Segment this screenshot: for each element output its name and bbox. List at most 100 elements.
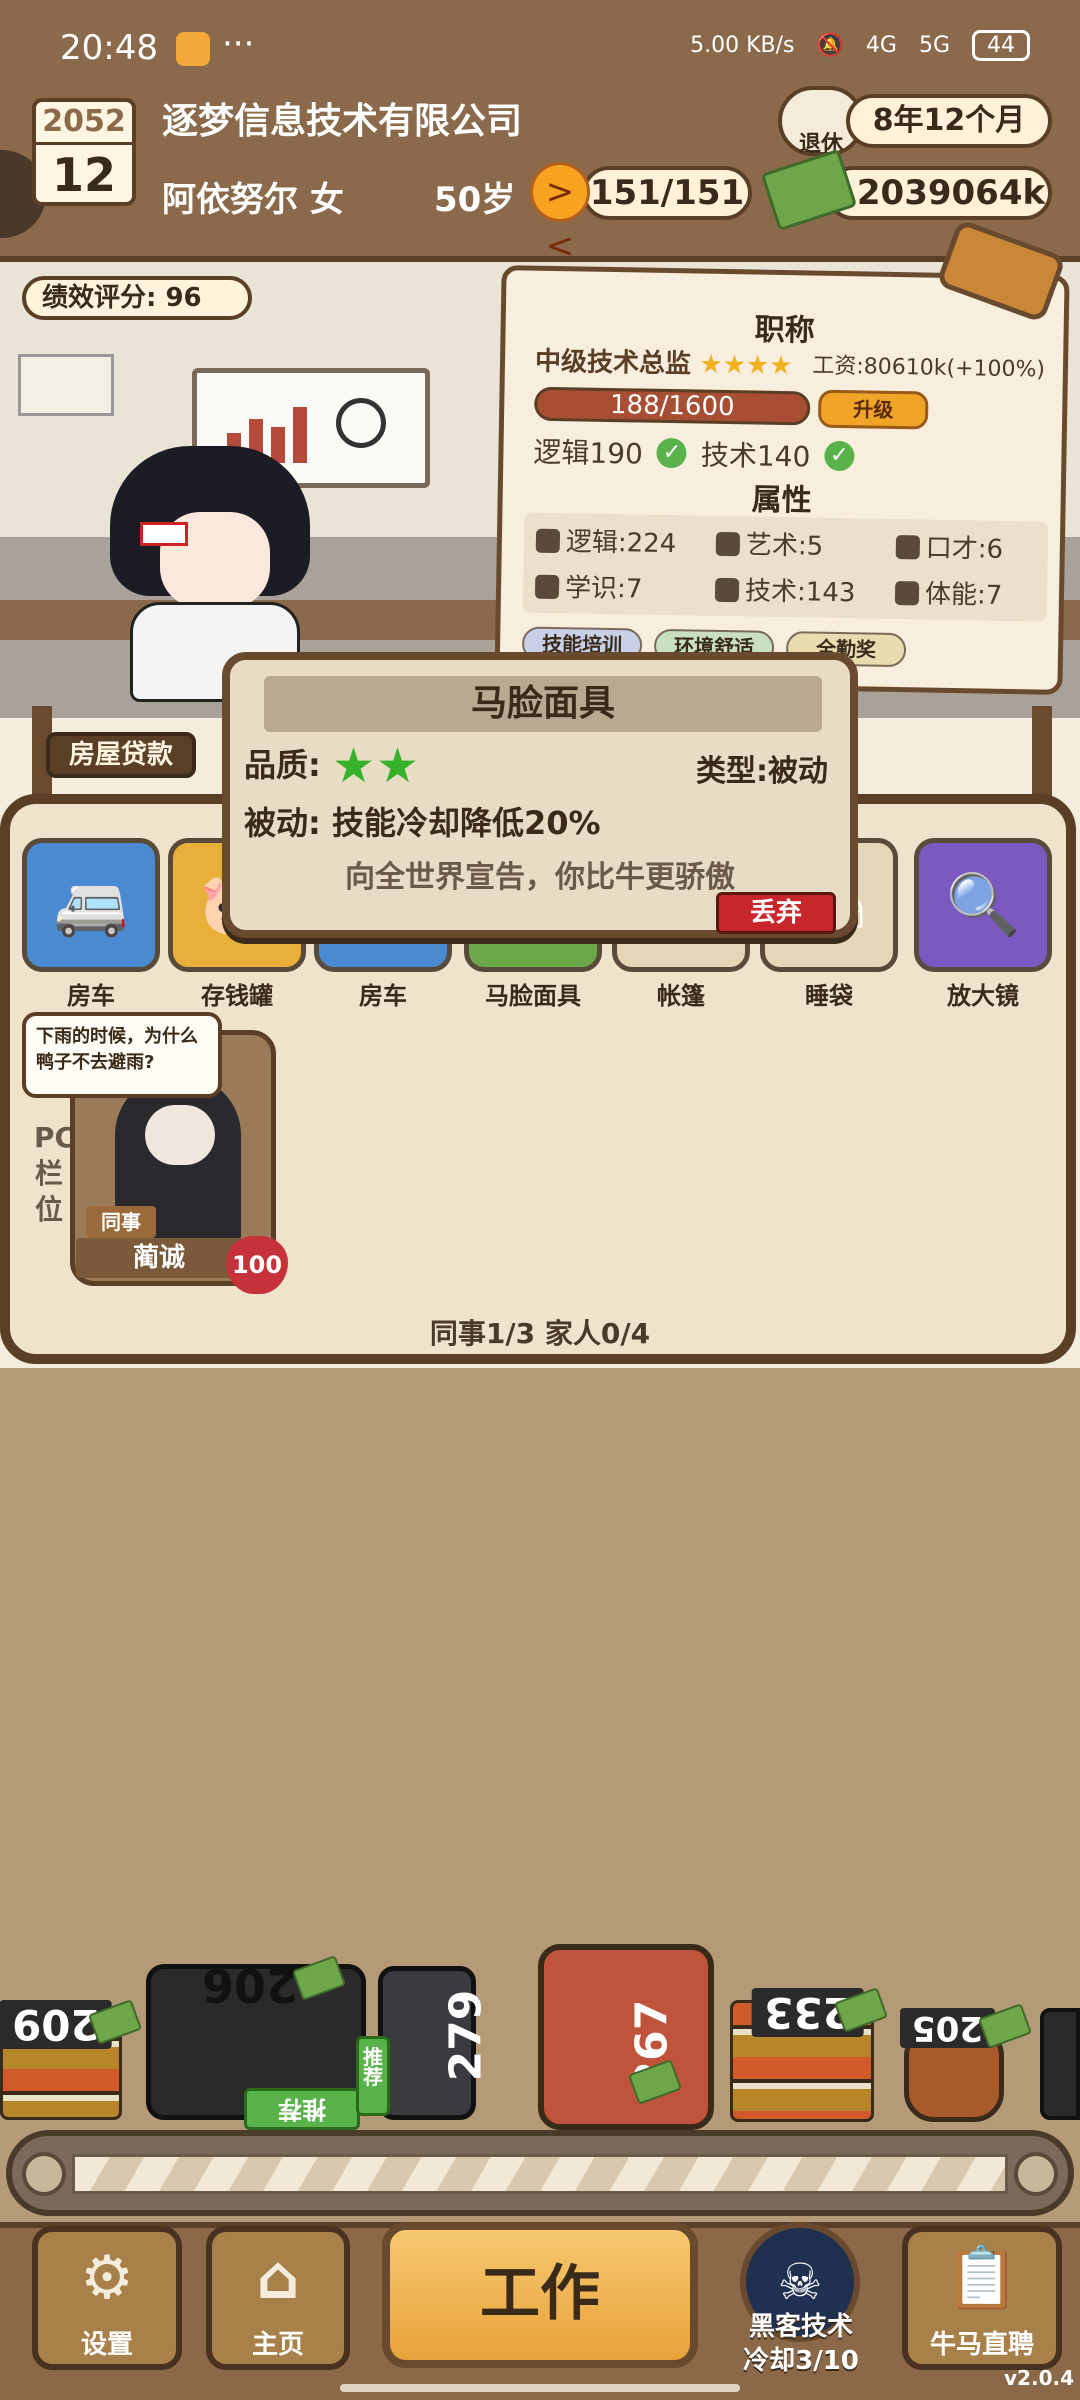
- npc-name: 蔺诚: [76, 1238, 242, 1278]
- asset-label: 房车: [359, 982, 407, 1010]
- asset-slot[interactable]: 🔍: [914, 838, 1052, 972]
- quality-label: 品质:: [244, 746, 321, 784]
- item-console-partial[interactable]: [1040, 2008, 1080, 2120]
- asset-label: 帐篷: [657, 982, 705, 1010]
- attributes-grid: 逻辑:224 艺术:5 口才:6 学识:7 技术:143 体能:7: [522, 512, 1049, 622]
- npc-count: 同事1/3 家人0/4: [429, 1317, 651, 1350]
- conveyor-belt: [6, 2130, 1074, 2216]
- npc-speech-bubble: 下雨的时候，为什么鸭子不去避雨?: [22, 1012, 222, 1098]
- mortgage-button[interactable]: 房屋贷款: [46, 732, 196, 778]
- gear-icon: ⚙: [80, 2243, 134, 2313]
- wood-board-bg: [0, 1370, 1080, 1940]
- job-salary: 工资:80610k(+100%): [812, 353, 1046, 383]
- home-button[interactable]: ⌂ 主页: [206, 2226, 350, 2370]
- roller: [22, 2152, 66, 2196]
- signpost: [1032, 706, 1052, 806]
- job-info-panel: 职称 中级技术总监 ★★★★ 工资:80610k(+100%) 188/1600…: [494, 265, 1070, 695]
- calendar-month: 12: [51, 148, 116, 202]
- job-stars: ★★★★: [699, 349, 793, 382]
- attr-eloquence: 口才:6: [895, 527, 1004, 566]
- work-button[interactable]: 工作: [382, 2222, 698, 2368]
- asset-slot[interactable]: 🚐: [22, 838, 160, 972]
- job-title: 中级技术总监: [534, 346, 692, 380]
- affinity-heart-icon: 100: [226, 1236, 288, 1294]
- wall-poster: [18, 354, 114, 416]
- req-tech: 技术140: [700, 438, 811, 474]
- retire-countdown: 8年12个月: [846, 94, 1052, 148]
- item-value: 206: [202, 1958, 299, 2012]
- attr-tech: 技术:143: [714, 570, 856, 609]
- popup-type: 类型:被动: [696, 754, 828, 789]
- lips-icon: [895, 534, 921, 560]
- req-logic: 逻辑190: [533, 435, 644, 471]
- cash-icon: [760, 148, 858, 232]
- shield-icon: [894, 580, 920, 606]
- book-icon: [534, 574, 560, 600]
- check-icon: ✓: [656, 437, 688, 469]
- recommend-badge: 推荐: [244, 2088, 360, 2130]
- recommend-side-badge: 推荐: [356, 2036, 390, 2116]
- recruit-button[interactable]: 📋 牛马直聘: [902, 2226, 1062, 2370]
- asset-icon: 🔍: [945, 870, 1021, 940]
- version-label: v2.0.4: [1004, 2366, 1074, 2390]
- promotion-requirements: 逻辑190 ✓ 技术140 ✓: [533, 431, 855, 477]
- discard-button[interactable]: 丢弃: [716, 892, 836, 934]
- hacker-skill: 黑客技术 冷却3/10: [726, 2310, 876, 2378]
- attr-stamina: 体能:7: [894, 573, 1003, 612]
- clipboard-icon: 📋: [944, 2243, 1020, 2313]
- attr-art: 艺术:5: [715, 524, 824, 563]
- attr-logic: 逻辑:224: [535, 521, 677, 560]
- npc-role-tag: 同事: [86, 1206, 156, 1238]
- green-star-icon: ★: [331, 738, 375, 794]
- quality-stars: ★★: [332, 742, 420, 790]
- status-more-dots: ···: [222, 24, 255, 64]
- hp-value: 151/151: [582, 166, 752, 220]
- net-speed: 5.00 KB/s: [690, 33, 795, 58]
- item-popup: 马脸面具 品质: ★★ 类型:被动 被动: 技能冷却降低20% 向全世界宣告，你…: [222, 652, 858, 938]
- signal-4g: 4G: [865, 33, 897, 58]
- battery-indicator: 44: [972, 30, 1030, 61]
- low-battery-icon: [140, 522, 188, 546]
- check-icon: ✓: [824, 440, 855, 472]
- roller: [1014, 2152, 1058, 2196]
- asset-label: 睡袋: [805, 982, 853, 1010]
- asset-icon: 🚐: [53, 870, 129, 940]
- music-note-icon: [715, 531, 741, 557]
- notification-app-icon: [176, 32, 210, 66]
- settings-button[interactable]: ⚙ 设置: [32, 2226, 182, 2370]
- status-indicators: 5.00 KB/s 🔕 4G 5G 44: [690, 30, 1030, 61]
- signal-5g: 5G: [918, 33, 950, 58]
- item-value: 279: [440, 1989, 492, 2082]
- settings-label: 设置: [80, 2330, 133, 2360]
- clock-icon: [336, 398, 386, 448]
- asset-label: 存钱罐: [201, 982, 273, 1010]
- popup-passive: 被动: 技能冷却降低20%: [244, 804, 601, 842]
- home-label: 主页: [251, 2330, 304, 2360]
- belt-surface: [72, 2154, 1008, 2194]
- company-name: 逐梦信息技术有限公司: [162, 101, 523, 142]
- job-title-row: 中级技术总监 ★★★★ 工资:80610k(+100%): [535, 341, 1046, 390]
- top-header: 20:48 ··· 5.00 KB/s 🔕 4G 5G 44 2052 12 逐…: [0, 0, 1080, 266]
- player-name: 阿依努尔 女: [162, 180, 344, 220]
- asset-label: 放大镜: [947, 982, 1019, 1010]
- monitor-icon: [714, 577, 740, 603]
- popup-description: 向全世界宣告，你比牛更骄傲: [345, 860, 735, 895]
- calendar: 2052 12: [32, 98, 136, 206]
- calendar-year: 2052: [36, 102, 132, 145]
- green-star-icon: ★: [375, 738, 419, 794]
- attr-knowledge: 学识:7: [534, 567, 643, 606]
- money-value: 2039064k: [826, 166, 1052, 220]
- asset-label: 马脸面具: [485, 982, 581, 1010]
- hacker-cooldown: 冷却3/10: [743, 2346, 859, 2376]
- recruit-label: 牛马直聘: [929, 2330, 1034, 2360]
- asset-label: 房车: [67, 982, 115, 1010]
- brain-icon: [535, 528, 561, 554]
- hacker-skill-label: 黑客技术: [748, 2312, 853, 2342]
- upgrade-button[interactable]: 升级: [817, 389, 929, 430]
- popup-quality: 品质: ★★: [244, 740, 420, 790]
- mute-icon: 🔕: [816, 33, 844, 58]
- npc-slot-label: PC栏位: [34, 1121, 76, 1226]
- npc-face: [145, 1105, 215, 1165]
- home-icon: ⌂: [256, 2243, 300, 2313]
- performance-score: 绩效评分: 96: [22, 276, 252, 320]
